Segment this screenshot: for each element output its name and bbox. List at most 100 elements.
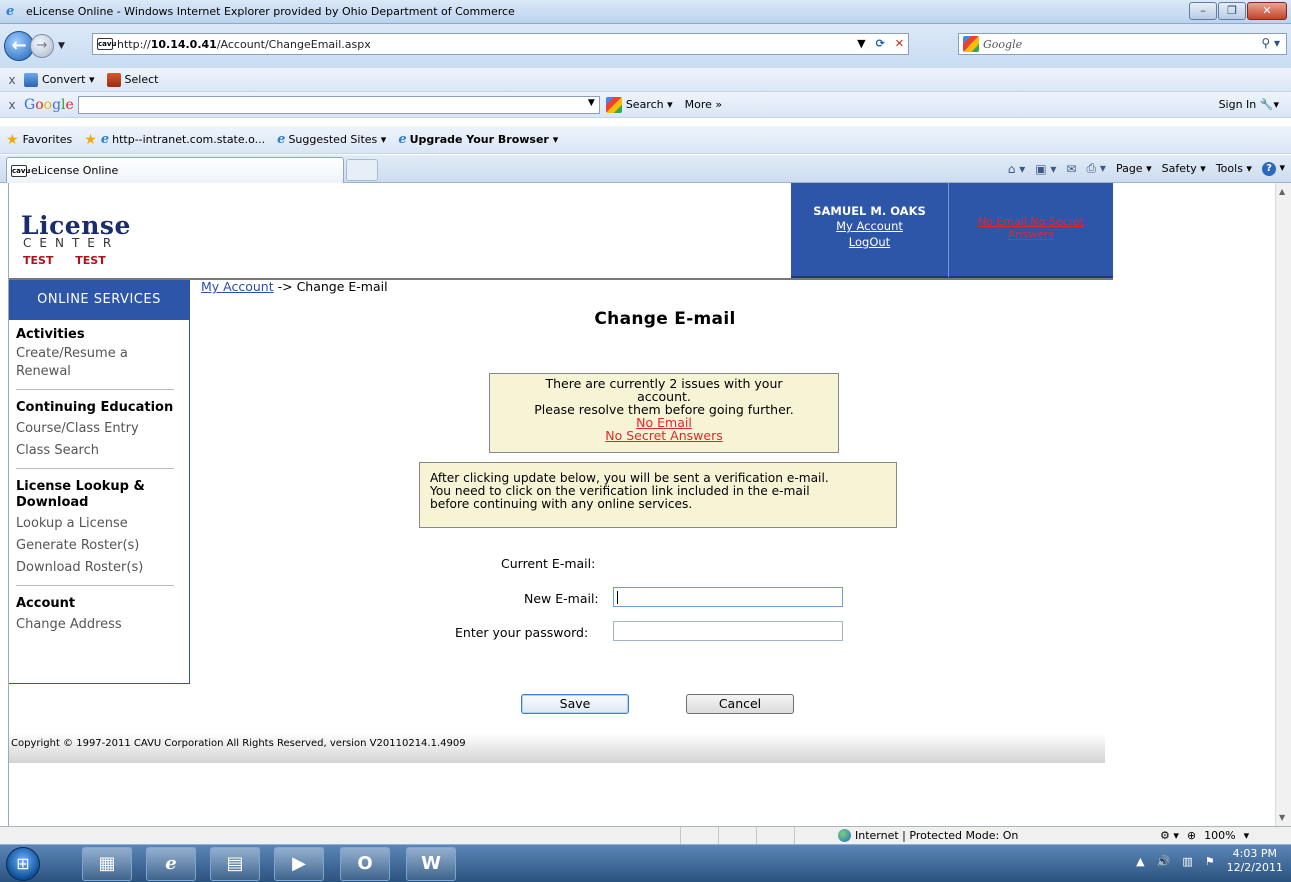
save-button[interactable]: Save [521,694,629,714]
system-tray: ▲ 🔊 ▥ ⚑ 4:03 PM 12/2/2011 [1136,847,1283,875]
close-toolbar-icon[interactable]: x [0,73,24,87]
feeds-icon[interactable]: ▣ ▾ [1035,162,1056,176]
stop-icon[interactable]: ✕ [895,37,904,50]
no-secret-answers-link[interactable]: No Secret Answers [490,429,838,442]
history-dropdown-icon[interactable]: ▼ [58,41,65,51]
help-icon: ? [1261,162,1276,176]
select-button[interactable]: Select [106,72,158,87]
header-issues-link[interactable]: No Email No Secret Answers [949,215,1113,241]
logout-link[interactable]: LogOut [791,234,948,250]
sidebar-item-change-address[interactable]: Change Address [16,616,189,634]
verify-line-3: before continuing with any online servic… [430,497,693,511]
sidebar-section-title: Account [16,596,76,611]
page-footer: Copyright © 1997-2011 CAVU Corporation A… [9,733,1105,763]
taskbar-ie-icon[interactable]: e [146,847,196,881]
minimize-button[interactable]: – [1189,2,1217,20]
breadcrumb-my-account-link[interactable]: My Account [201,279,274,294]
new-tab-button[interactable] [346,159,378,181]
tab-elicense[interactable]: cavu eLicense Online [6,157,344,183]
protected-mode-icon[interactable]: ⚙ ▾ [1160,829,1179,842]
new-email-field[interactable] [613,587,843,607]
password-field[interactable] [613,621,843,641]
sidebar-item-course-class-entry[interactable]: Course/Class Entry [16,420,189,438]
tools-menu[interactable]: Tools ▾ [1216,162,1252,175]
taskbar: ⊞ ▦ e ▤ ▶ O W ▲ 🔊 ▥ ⚑ 4:03 PM 12/2/2011 [0,844,1291,882]
cancel-button[interactable]: Cancel [686,694,794,714]
sidebar-item-create-renewal[interactable]: Create/Resume a Renewal [16,345,166,381]
sidebar-heading: ONLINE SERVICES [9,280,189,320]
sidebar-section-account: Account Change Address [9,596,189,634]
tray-expand-icon[interactable]: ▲ [1136,855,1144,868]
sidebar-section-title: Continuing Education [16,400,174,415]
taskbar-paint-icon[interactable]: ▦ [82,847,132,881]
forward-button[interactable]: → [30,34,54,58]
address-bar[interactable]: cavu http://10.14.0.41/Account/ChangeEma… [92,33,909,55]
sidebar-item-generate-roster[interactable]: Generate Roster(s) [16,537,189,555]
user-box: SAMUEL M. OAKS My Account LogOut [791,183,948,278]
password-label: Enter your password: [455,625,589,640]
refresh-icon[interactable]: ⟳ [876,37,885,50]
more-button[interactable]: More » [685,98,723,111]
status-bar: Internet | Protected Mode: On ⚙ ▾ ⊕ 100%… [0,826,1291,845]
home-icon[interactable]: ⌂ ▾ [1008,162,1025,176]
status-separators [680,827,832,845]
logo-center-text: CENTER [23,236,120,250]
google-search-icon [605,96,622,113]
current-email-label: Current E-mail: [501,556,596,571]
chevron-down-icon[interactable]: ▼ [588,98,595,108]
scroll-down-icon[interactable]: ▼ [1279,813,1285,822]
sidebar-item-class-search[interactable]: Class Search [16,442,189,460]
globe-icon [838,829,851,842]
taskbar-outlook-icon[interactable]: O [340,847,390,881]
logo-test-text: TEST TEST [23,254,106,267]
signin-button[interactable]: Sign In 🔧▾ [1219,98,1279,111]
taskbar-media-player-icon[interactable]: ▶ [274,847,324,881]
convert-button[interactable]: Convert ▾ [24,72,95,87]
breadcrumb-current: -> Change E-mail [273,279,388,294]
search-icon[interactable]: ⚲ ▾ [1261,36,1280,50]
mail-icon[interactable]: ✉ [1066,162,1076,176]
start-button[interactable]: ⊞ [6,847,40,881]
security-zone[interactable]: Internet | Protected Mode: On [838,829,1018,842]
google-search-button[interactable]: Search ▾ [605,96,673,113]
restore-button[interactable]: ❐ [1218,2,1246,20]
ie-page-icon: e [398,132,407,147]
help-menu[interactable]: ? ▾ [1261,161,1285,176]
address-dropdown-icon[interactable]: ▼ [857,37,865,50]
safety-menu[interactable]: Safety ▾ [1162,162,1206,175]
clock[interactable]: 4:03 PM 12/2/2011 [1227,847,1283,875]
user-name: SAMUEL M. OAKS [813,204,926,218]
close-window-button[interactable]: ✕ [1247,2,1287,20]
zoom-control[interactable]: ⚙ ▾ ⊕ 100% ▾ [1160,829,1249,842]
taskbar-explorer-icon[interactable]: ▤ [210,847,260,881]
zoom-dropdown-icon[interactable]: ▾ [1244,829,1250,842]
page-title: Change E-mail [594,309,736,329]
sidebar-item-lookup-license[interactable]: Lookup a License [16,515,189,533]
scroll-up-icon[interactable]: ▲ [1279,187,1285,196]
google-search-input[interactable]: ▼ [77,95,600,114]
sidebar-item-download-roster[interactable]: Download Roster(s) [16,559,189,577]
breadcrumb: My Account -> Change E-mail [201,279,388,294]
window-controls: – ❐ ✕ [1189,2,1287,20]
favorite-link-1[interactable]: ★ e http--intranet.com.state.o... [84,132,265,148]
network-icon[interactable]: ▥ [1182,855,1192,868]
close-google-toolbar-icon[interactable]: x [0,98,24,112]
upgrade-browser-button[interactable]: e Upgrade Your Browser ▾ [398,132,558,147]
page-menu[interactable]: Page ▾ [1116,162,1152,175]
google-logo: Google [24,96,74,113]
suggested-sites-button[interactable]: e Suggested Sites ▾ [277,132,386,147]
action-center-icon[interactable]: ⚑ [1205,855,1215,868]
zoom-icon: ⊕ [1186,829,1197,842]
sidebar-section-title: Activities [16,327,85,342]
search-placeholder: Google [983,37,1023,51]
print-icon[interactable]: ⎙ ▾ [1086,161,1105,176]
favorites-button[interactable]: ★ Favorites [6,132,72,148]
sidebar: ONLINE SERVICES Activities Create/Resume… [9,280,190,684]
taskbar-word-icon[interactable]: W [406,847,456,881]
search-box[interactable]: Google ⚲ ▾ [958,33,1287,55]
address-actions: ▼ ⟳ ✕ [857,37,904,50]
sidebar-divider [16,389,174,390]
vertical-scrollbar[interactable]: ▲ ▼ [1275,183,1291,826]
my-account-link[interactable]: My Account [791,218,948,234]
volume-icon[interactable]: 🔊 [1157,855,1171,868]
